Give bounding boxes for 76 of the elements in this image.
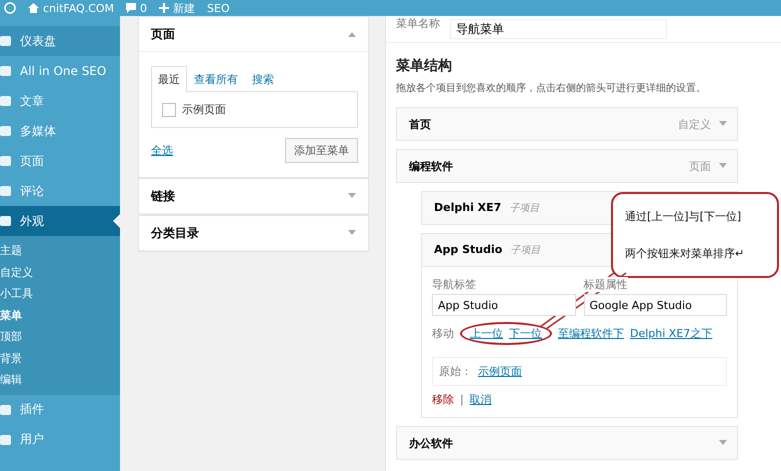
menu-icon	[0, 155, 12, 167]
comment-count: 0	[140, 2, 148, 14]
select-all-link[interactable]: 全选	[151, 143, 173, 158]
home-icon[interactable]	[28, 3, 39, 13]
caret-icon	[348, 230, 356, 236]
current-pointer-icon	[113, 214, 120, 228]
menu-icon	[0, 35, 12, 47]
nav-label-field[interactable]: App Studio	[432, 294, 576, 316]
move-label: 移动	[432, 326, 454, 341]
sidebar-item[interactable]: 页面	[0, 146, 120, 176]
caret-icon	[719, 163, 727, 169]
menu-icon	[0, 65, 12, 77]
submenu-item[interactable]: 顶部	[0, 326, 120, 348]
field-label: 导航标签	[432, 277, 476, 292]
menu-icon	[0, 95, 12, 107]
menu-icon	[0, 215, 12, 227]
move-link[interactable]: 至编程软件下	[558, 326, 624, 341]
menu-icon	[0, 404, 12, 416]
submenu-item[interactable]: 自定义	[0, 262, 120, 283]
sidebar-item[interactable]: 外观	[0, 206, 120, 236]
item-subtitle: 子项目	[510, 245, 540, 256]
add-to-menu-button[interactable]: 添加至菜单	[285, 138, 358, 163]
field-label: 标题属性	[584, 277, 628, 292]
submenu-item[interactable]: 小工具	[0, 283, 120, 304]
caret-icon	[348, 31, 356, 37]
menu-icon	[0, 185, 12, 197]
caret-icon	[719, 121, 727, 127]
item-type: 页面	[689, 158, 711, 174]
panel-tab[interactable]: 查看所有	[187, 66, 245, 92]
instructions-text: 拖放各个项目到您喜欢的顺序，点击右侧的箭头可进行更详细的设置。	[396, 82, 707, 95]
sidebar-item[interactable]: 仪表盘	[0, 26, 120, 56]
sidebar-item[interactable]: All in One SEO	[0, 56, 120, 86]
submenu-item[interactable]: 主题	[0, 240, 120, 262]
sidebar-item[interactable]: 文章	[0, 86, 120, 116]
item-title: App Studio	[434, 243, 502, 256]
new-link[interactable]: 新建	[173, 0, 196, 16]
move-link[interactable]: Delphi XE7之下	[630, 326, 712, 341]
accordion-header[interactable]: 分类目录	[139, 216, 368, 251]
item-type: 自定义	[678, 116, 711, 132]
sidebar-item[interactable]: 插件	[0, 394, 120, 424]
original-link[interactable]: 示例页面	[478, 364, 522, 379]
sidebar-item[interactable]: 多媒体	[0, 116, 120, 146]
plus-icon[interactable]	[159, 3, 170, 13]
item-title: Delphi XE7	[434, 201, 502, 214]
comment-icon[interactable]	[126, 3, 136, 13]
original-label: 原始：	[439, 364, 472, 379]
menu-icon	[0, 125, 12, 137]
panel-tab[interactable]: 搜索	[245, 66, 281, 92]
submenu-item[interactable]: 背景	[0, 348, 120, 369]
menu-item-bar[interactable]: 首页 自定义	[396, 107, 738, 141]
panel-tab[interactable]: 最近	[151, 66, 187, 92]
title-attribute-field[interactable]: Google App Studio	[584, 294, 727, 316]
menu-item-bar[interactable]: 编程软件 页面	[396, 149, 738, 183]
menu-name-field[interactable]: 导航菜单	[450, 19, 667, 39]
accordion-header[interactable]: 链接	[139, 179, 368, 214]
checkbox[interactable]	[162, 102, 176, 116]
checkbox-label: 示例页面	[182, 102, 226, 117]
caret-icon	[348, 193, 356, 199]
separator: |	[460, 393, 464, 406]
menu-icon	[0, 434, 12, 446]
section-heading: 菜单结构	[396, 57, 453, 75]
move-link[interactable]: 下一位	[509, 326, 542, 341]
site-link[interactable]: cnitFAQ.COM	[43, 2, 114, 14]
item-subtitle: 子项目	[509, 203, 540, 214]
sidebar-item[interactable]: 评论	[0, 176, 120, 206]
submenu-item[interactable]: 编辑	[0, 369, 120, 390]
menu-item-bar[interactable]: 办公软件	[396, 426, 738, 460]
accordion-header[interactable]: 页面	[139, 17, 368, 52]
seo-link[interactable]: SEO	[207, 2, 230, 14]
submenu-item[interactable]: 菜单	[0, 304, 120, 326]
field-label: 菜单名称	[396, 16, 440, 31]
sidebar-item[interactable]: 用户	[0, 424, 120, 454]
caret-icon	[719, 440, 727, 446]
cancel-link[interactable]: 取消	[470, 392, 492, 407]
remove-link[interactable]: 移除	[432, 392, 454, 407]
move-link[interactable]: 上一位	[470, 326, 503, 341]
